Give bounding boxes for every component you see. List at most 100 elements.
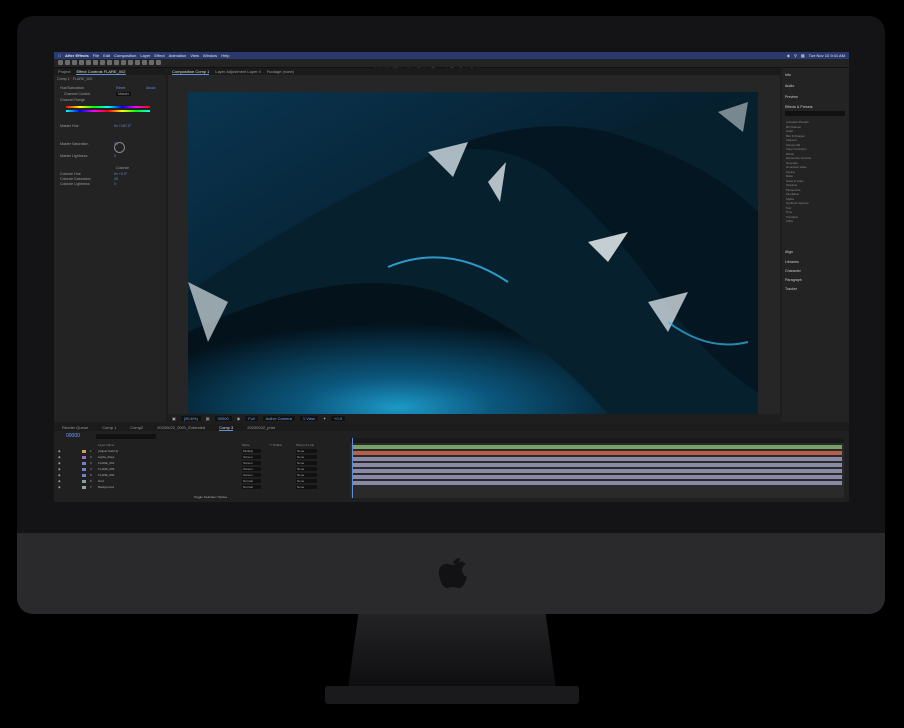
effect-category[interactable]: Keying: [786, 170, 795, 174]
layer-name[interactable]: Lights_Rays: [98, 455, 115, 459]
rotate-tool-icon[interactable]: [86, 60, 91, 65]
menu-animation[interactable]: Animation: [169, 53, 187, 58]
effect-category[interactable]: Immersive Video: [786, 165, 807, 169]
tab-comp-1[interactable]: Comp 1: [102, 425, 116, 430]
colorize-lightness-value[interactable]: 0: [114, 182, 116, 186]
visibility-eye-icon[interactable]: ◉: [58, 461, 61, 465]
layer-row[interactable]: ◉ 2 Lights_Rays Screen None: [56, 455, 346, 460]
views-select[interactable]: 1 View: [299, 415, 318, 421]
effect-category[interactable]: Obsolete: [786, 183, 797, 187]
panel-audio[interactable]: Audio: [785, 84, 794, 88]
menu-help[interactable]: Help: [221, 53, 229, 58]
fast-preview-icon[interactable]: ✦: [323, 416, 326, 421]
camera-tool-icon[interactable]: [93, 60, 98, 65]
menu-layer[interactable]: Layer: [140, 53, 150, 58]
effect-category[interactable]: Color Correction: [786, 147, 806, 151]
menu-effect[interactable]: Effect: [154, 53, 164, 58]
layer-duration-bar[interactable]: [352, 463, 842, 467]
zoom-select[interactable]: (95.6%): [180, 415, 201, 421]
layer-mode-select[interactable]: Screen: [242, 461, 261, 465]
tab-effect-controls[interactable]: Effect Controls FLARE_002: [76, 69, 126, 75]
layer-parent-select[interactable]: None: [296, 485, 317, 489]
panel-tracker[interactable]: Tracker: [785, 287, 797, 291]
pen-tool-icon[interactable]: [114, 60, 119, 65]
layer-parent-select[interactable]: None: [296, 455, 317, 459]
grid-icon[interactable]: ▦: [206, 416, 210, 421]
tab-comp-3[interactable]: Comp 3: [219, 425, 234, 431]
layer-name[interactable]: FLARE_002: [98, 473, 114, 477]
channel-control-select[interactable]: Master: [116, 92, 131, 96]
menu-window[interactable]: Window: [203, 53, 217, 58]
apple-menu-icon[interactable]: : [58, 53, 61, 58]
layer-mode-select[interactable]: Screen: [242, 455, 261, 459]
menu-file[interactable]: File: [93, 53, 99, 58]
effect-category[interactable]: Synthetic Aperture: [786, 201, 809, 205]
roto-brush-tool-icon[interactable]: [149, 60, 154, 65]
effect-category[interactable]: Perspective: [786, 188, 801, 192]
label-color-swatch[interactable]: [82, 486, 86, 489]
selection-tool-icon[interactable]: [65, 60, 70, 65]
mask-tool-icon[interactable]: [107, 60, 112, 65]
layer-row[interactable]: ◉ 6 Grid Normal None: [56, 479, 346, 484]
layer-duration-bar[interactable]: [352, 445, 842, 449]
exposure-field[interactable]: +0.0: [331, 415, 346, 421]
timeline-timecode[interactable]: 00000: [66, 433, 80, 439]
effect-category[interactable]: Expression Controls: [786, 156, 811, 160]
menu-view[interactable]: View: [190, 53, 199, 58]
label-color-swatch[interactable]: [82, 468, 86, 471]
zoom-tool-icon[interactable]: [79, 60, 84, 65]
time-ruler[interactable]: [350, 438, 844, 443]
menubar-clock[interactable]: Tue Nov 10 9:41 AM: [809, 53, 845, 58]
effect-category[interactable]: Utility: [786, 219, 793, 223]
home-icon[interactable]: [58, 60, 63, 65]
visibility-eye-icon[interactable]: ◉: [58, 485, 61, 489]
visibility-eye-icon[interactable]: ◉: [58, 467, 61, 471]
colorize-saturation-value[interactable]: 25: [114, 177, 118, 181]
panel-align[interactable]: Align: [785, 250, 793, 254]
panel-info[interactable]: Info: [785, 73, 791, 77]
layer-row[interactable]: ◉ 1 [Adjust Solid 1] Multiply None: [56, 449, 346, 454]
label-color-swatch[interactable]: [82, 462, 86, 465]
clone-tool-icon[interactable]: [135, 60, 140, 65]
panel-paragraph[interactable]: Paragraph: [785, 278, 802, 282]
layer-row[interactable]: ◉ 3 FLARE_004 Screen None: [56, 461, 346, 466]
effect-category[interactable]: Audio: [786, 129, 793, 133]
layer-name[interactable]: FLARE_003: [98, 467, 114, 471]
visibility-eye-icon[interactable]: ◉: [58, 455, 61, 459]
layer-row[interactable]: ◉ 4 FLARE_003 Screen None: [56, 467, 346, 472]
master-hue-value[interactable]: 0x +187.0°: [114, 124, 131, 128]
pan-behind-tool-icon[interactable]: [100, 60, 105, 65]
effect-name[interactable]: Hue/Saturation: [60, 86, 84, 90]
label-color-swatch[interactable]: [82, 480, 86, 483]
layer-name[interactable]: Background: [98, 485, 114, 489]
layer-name[interactable]: Grid: [98, 479, 104, 483]
layer-mode-select[interactable]: Screen: [242, 473, 261, 477]
snapshot-icon[interactable]: ◉: [237, 416, 241, 421]
tab-print[interactable]: 20200022_print: [247, 425, 275, 430]
effects-search-input[interactable]: [785, 111, 845, 116]
tab-composition[interactable]: Composition Comp 1: [172, 69, 210, 75]
effect-category[interactable]: Cinema 4D: [786, 143, 800, 147]
layer-parent-select[interactable]: None: [296, 461, 317, 465]
effect-category[interactable]: 3D Channel: [786, 125, 801, 129]
puppet-tool-icon[interactable]: [156, 60, 161, 65]
type-tool-icon[interactable]: [121, 60, 126, 65]
tab-render-queue[interactable]: Render Queue: [62, 425, 88, 430]
layer-name[interactable]: [Adjust Solid 1]: [98, 449, 118, 453]
menu-composition[interactable]: Composition: [114, 53, 136, 58]
label-color-swatch[interactable]: [82, 456, 86, 459]
about-link[interactable]: About: [146, 86, 155, 90]
tab-layer[interactable]: Layer Adjustment Layer 4: [215, 69, 260, 74]
layer-mode-select[interactable]: Multiply: [242, 449, 261, 453]
effect-category[interactable]: Noise & Grain: [786, 179, 803, 183]
layer-mode-select[interactable]: Normal: [242, 479, 261, 483]
spotlight-icon[interactable]: ⚲: [794, 53, 797, 58]
panel-effects-presets[interactable]: Effects & Presets: [785, 105, 813, 109]
effect-category[interactable]: Matte: [786, 174, 793, 178]
master-lightness-value[interactable]: 0: [114, 154, 116, 158]
effect-category[interactable]: Time: [786, 210, 792, 214]
timeline-tracks[interactable]: [350, 438, 844, 498]
layer-row[interactable]: ◉ 7 Background Normal None: [56, 485, 346, 490]
brush-tool-icon[interactable]: [128, 60, 133, 65]
layer-mode-select[interactable]: Screen: [242, 467, 261, 471]
